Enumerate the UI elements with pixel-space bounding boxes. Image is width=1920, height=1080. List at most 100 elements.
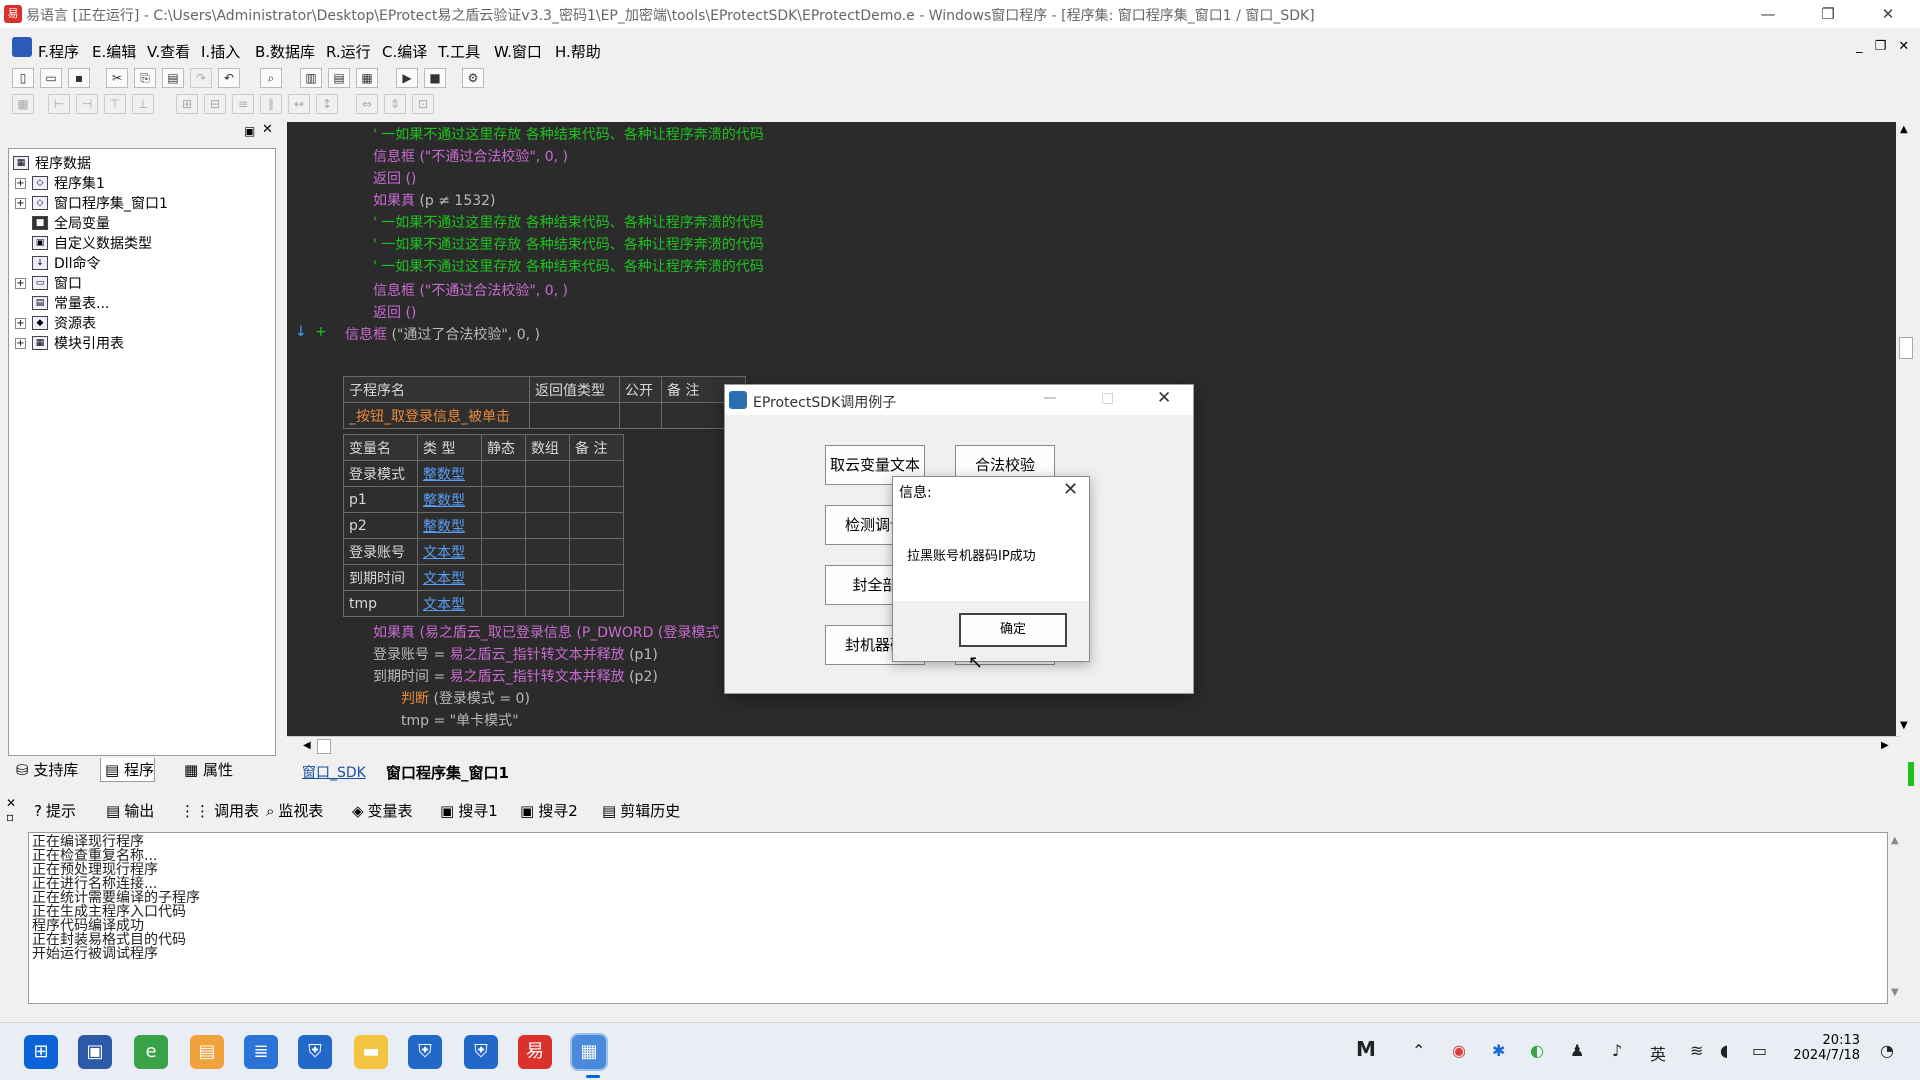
app-orange-icon[interactable]: ▤ — [190, 1035, 224, 1069]
tray-notification-icon[interactable]: ◔ — [1880, 1041, 1894, 1060]
editor-horizontal-scrollbar[interactable]: ◀ ▶ — [287, 736, 1899, 756]
tab-watch[interactable]: ⌕ 监视表 — [266, 800, 323, 821]
easy-language-icon[interactable]: 易 — [518, 1035, 552, 1069]
table-row[interactable]: 登录账号 文本型 — [343, 538, 624, 565]
tray-red-icon[interactable]: ◉ — [1452, 1041, 1466, 1060]
dialog-close-button[interactable]: ✕ — [1157, 388, 1171, 408]
menu-run[interactable]: R.运行 — [326, 41, 371, 62]
tab-program[interactable]: ▤ 程序 — [100, 758, 155, 782]
tab-call-table[interactable]: ⋮⋮ 调用表 — [180, 800, 259, 821]
redo-icon[interactable]: ↷ — [190, 68, 212, 88]
tree-item-modules[interactable]: + ▦ 模块引用表 — [15, 333, 124, 353]
clock[interactable]: 20:13 2024/7/18 — [1790, 1033, 1860, 1063]
tray-wifi-icon[interactable]: ≋ — [1690, 1041, 1703, 1060]
tree-root[interactable]: ▦ 程序数据 — [13, 153, 91, 173]
paste-icon[interactable]: ▤ — [162, 68, 184, 88]
tree-item-window-assembly[interactable]: + ◇ 窗口程序集_窗口1 — [15, 193, 168, 213]
shield-icon-2[interactable]: ⛨ — [408, 1035, 442, 1069]
tray-battery-icon[interactable]: ▭ — [1752, 1041, 1767, 1060]
tree-item-window[interactable]: + ▭ 窗口 — [15, 273, 82, 293]
output-scroll-up-icon[interactable]: ▲ — [1891, 835, 1899, 846]
menu-compile[interactable]: C.编译 — [382, 41, 427, 62]
debug-tool-icon[interactable]: ⚙ — [462, 68, 484, 88]
sub-cell[interactable] — [619, 402, 662, 429]
panel-pin-icon[interactable]: ▣ — [244, 124, 255, 138]
table-row[interactable]: 到期时间 文本型 — [343, 564, 624, 591]
expand-icon[interactable]: + — [15, 277, 26, 289]
expand-code-icon[interactable]: + — [315, 324, 327, 340]
spacing-h-icon[interactable]: ↔ — [288, 94, 310, 114]
tray-chevron-up-icon[interactable]: ⌃ — [1412, 1041, 1425, 1060]
scroll-thumb[interactable] — [1899, 337, 1913, 359]
stop-icon[interactable]: ■ — [424, 68, 446, 88]
tab-output[interactable]: ▤ 输出 — [106, 800, 154, 821]
center-h-icon[interactable]: ⊞ — [176, 94, 198, 114]
menu-window[interactable]: W.窗口 — [494, 41, 542, 62]
save-icon[interactable]: ▪ — [68, 68, 90, 88]
expand-icon[interactable]: + — [15, 197, 26, 209]
layout-3-icon[interactable]: ▦ — [356, 68, 378, 88]
tab-search2[interactable]: ▣ 搜寻2 — [520, 800, 578, 821]
tray-ime-label[interactable]: 英 — [1650, 1041, 1666, 1065]
open-file-icon[interactable]: ▭ — [40, 68, 62, 88]
tree-item-constants[interactable]: ▤ 常量表... — [32, 293, 109, 313]
scroll-up-icon[interactable]: ▲ — [1900, 124, 1908, 135]
table-row[interactable]: p1 整数型 — [343, 486, 624, 513]
expand-icon[interactable]: + — [15, 337, 26, 349]
tray-mic-icon[interactable]: ♪ — [1612, 1041, 1622, 1060]
tab-support-library[interactable]: ⛁ 支持库 — [12, 758, 78, 782]
notepad-icon[interactable]: ≣ — [244, 1035, 278, 1069]
align-bottom-icon[interactable]: ⊥ — [132, 94, 154, 114]
sub-name-cell[interactable]: _按钮_取登录信息_被单击 — [343, 402, 530, 429]
output-panel[interactable]: 正在编译现行程序 正在检查重复名称... 正在预处理现行程序 正在进行名称连接.… — [28, 832, 1899, 1004]
restore-button[interactable]: ❐ — [1800, 0, 1856, 28]
close-button[interactable]: ✕ — [1860, 0, 1916, 28]
hscroll-thumb[interactable] — [317, 739, 331, 754]
same-height-icon[interactable]: ≡ — [232, 94, 254, 114]
tab-clip-history[interactable]: ▤ 剪辑历史 — [602, 800, 680, 821]
undo-icon[interactable]: ↶ — [218, 68, 240, 88]
layout-1-icon[interactable]: ▥ — [300, 68, 322, 88]
bottom-panel-close-icon[interactable]: ✕ ▫ — [6, 796, 16, 824]
scroll-right-icon[interactable]: ▶ — [1881, 740, 1889, 751]
align-icon[interactable]: ▦ — [12, 94, 34, 114]
ok-button[interactable]: 确定 — [959, 613, 1067, 647]
tree-item-dll[interactable]: ↓ Dll命令 — [32, 253, 101, 273]
grid-icon[interactable]: ⊡ — [412, 94, 434, 114]
tab-window-assembly[interactable]: 窗口程序集_窗口1 — [386, 762, 509, 783]
layout-2-icon[interactable]: ▤ — [328, 68, 350, 88]
new-file-icon[interactable]: ▯ — [12, 68, 34, 88]
editor-vertical-scrollbar[interactable]: ▲ ▼ — [1896, 122, 1916, 736]
align-top-icon[interactable]: ⊤ — [104, 94, 126, 114]
tab-variables[interactable]: ◈ 变量表 — [352, 800, 413, 821]
menu-help[interactable]: H.帮助 — [555, 41, 601, 62]
tray-m-icon[interactable]: M — [1356, 1037, 1376, 1061]
dialog-maximize-button[interactable]: □ — [1101, 390, 1114, 406]
mdi-controls[interactable]: _ ❐ ✕ — [1856, 39, 1913, 54]
menu-edit[interactable]: E.编辑 — [92, 41, 136, 62]
tab-window-sdk[interactable]: 窗口_SDK — [302, 762, 366, 782]
browser-icon[interactable]: e — [134, 1035, 168, 1069]
align-right-icon[interactable]: ⊣ — [76, 94, 98, 114]
message-close-icon[interactable]: ✕ — [1063, 479, 1078, 500]
expand-icon[interactable]: + — [15, 177, 26, 189]
size-h-icon[interactable]: ⇔ — [356, 94, 378, 114]
minimize-button[interactable]: — — [1740, 0, 1796, 28]
tab-hint[interactable]: ? 提示 — [34, 800, 76, 821]
run-icon[interactable]: ▶ — [396, 68, 418, 88]
tree-item-global-vars[interactable]: ■ 全局变量 — [32, 213, 110, 233]
table-row[interactable]: 登录模式 整数型 — [343, 460, 624, 487]
tree-item-resources[interactable]: + ◆ 资源表 — [15, 313, 96, 333]
table-row[interactable]: p2 整数型 — [343, 512, 624, 539]
computer-icon[interactable]: ▣ — [78, 1035, 112, 1069]
tray-volume-icon[interactable]: ◖ — [1720, 1041, 1728, 1060]
spacing-v-icon[interactable]: ↕ — [316, 94, 338, 114]
tray-green-icon[interactable]: ◐ — [1530, 1041, 1544, 1060]
tray-bluetooth-icon[interactable]: ✱ — [1492, 1041, 1505, 1060]
shield-icon-3[interactable]: ⛨ — [464, 1035, 498, 1069]
tray-qq-icon[interactable]: ♟ — [1570, 1041, 1584, 1060]
tree-item-custom-types[interactable]: ▣ 自定义数据类型 — [32, 233, 152, 253]
align-left-icon[interactable]: ⊢ — [48, 94, 70, 114]
menu-view[interactable]: V.查看 — [147, 41, 190, 62]
start-icon[interactable]: ⊞ — [24, 1035, 58, 1069]
